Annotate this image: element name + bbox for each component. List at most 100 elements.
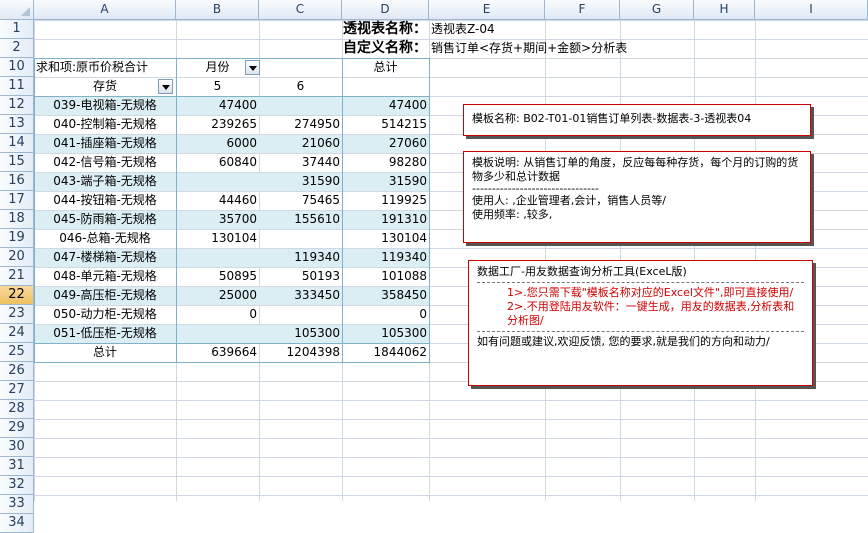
pivot-item[interactable]: 042-信号箱-无规格 — [34, 153, 176, 172]
pivot-item[interactable]: 048-单元箱-无规格 — [34, 267, 176, 286]
pivot-total[interactable]: 31590 — [342, 172, 429, 191]
pivot-value[interactable]: 35700 — [176, 210, 259, 229]
pivot-total[interactable]: 0 — [342, 305, 429, 324]
pivot-item[interactable]: 050-动力柜-无规格 — [34, 305, 176, 324]
row-header[interactable]: 32 — [0, 476, 34, 495]
pivot-value[interactable]: 239265 — [176, 115, 259, 134]
row-header[interactable]: 27 — [0, 381, 34, 400]
pivot-value[interactable]: 119340 — [259, 248, 342, 267]
row-header[interactable]: 24 — [0, 324, 34, 343]
row-header[interactable]: 23 — [0, 305, 34, 324]
pivot-value[interactable]: 155610 — [259, 210, 342, 229]
row-header[interactable]: 26 — [0, 362, 34, 381]
pivot-item[interactable]: 049-高压柜-无规格 — [34, 286, 176, 305]
pivot-value[interactable] — [176, 172, 259, 191]
pivot-item[interactable]: 051-低压柜-无规格 — [34, 324, 176, 343]
row-header[interactable]: 21 — [0, 267, 34, 286]
item-filter-dropdown-icon[interactable] — [158, 79, 173, 94]
month-filter-dropdown-icon[interactable] — [245, 60, 260, 75]
pivot-total[interactable]: 98280 — [342, 153, 429, 172]
row-header[interactable]: 34 — [0, 514, 34, 533]
pivot-item[interactable]: 044-按钮箱-无规格 — [34, 191, 176, 210]
pivot-col-header-total[interactable]: 总计 — [342, 58, 429, 77]
pivot-value[interactable] — [176, 324, 259, 343]
row-header[interactable]: 20 — [0, 248, 34, 267]
row-header[interactable]: 11 — [0, 77, 34, 96]
pivot-col-header-5[interactable]: 5 — [176, 77, 259, 96]
pivot-value[interactable]: 50895 — [176, 267, 259, 286]
pivot-total[interactable]: 105300 — [342, 324, 429, 343]
pivot-value[interactable]: 130104 — [176, 229, 259, 248]
pivot-value[interactable]: 60840 — [176, 153, 259, 172]
row-header[interactable]: 17 — [0, 191, 34, 210]
column-header-g[interactable]: G — [620, 0, 694, 20]
row-header[interactable]: 14 — [0, 134, 34, 153]
pivot-grand-total[interactable]: 1204398 — [259, 343, 342, 362]
row-header[interactable]: 30 — [0, 438, 34, 457]
pivot-grand-total[interactable]: 639664 — [176, 343, 259, 362]
row-header[interactable]: 19 — [0, 229, 34, 248]
pivot-value[interactable]: 50193 — [259, 267, 342, 286]
pivot-value[interactable] — [259, 305, 342, 324]
pivot-value[interactable]: 0 — [176, 305, 259, 324]
row-header[interactable]: 15 — [0, 153, 34, 172]
pivot-total[interactable]: 27060 — [342, 134, 429, 153]
column-header-a[interactable]: A — [34, 0, 176, 20]
pivot-total[interactable]: 191310 — [342, 210, 429, 229]
pivot-value[interactable]: 6000 — [176, 134, 259, 153]
pivot-value[interactable]: 21060 — [259, 134, 342, 153]
pivot-item[interactable]: 043-端子箱-无规格 — [34, 172, 176, 191]
pivot-item[interactable]: 039-电视箱-无规格 — [34, 96, 176, 115]
pivot-col-header-6[interactable]: 6 — [259, 77, 342, 96]
pivot-item[interactable]: 040-控制箱-无规格 — [34, 115, 176, 134]
pivot-item[interactable]: 041-插座箱-无规格 — [34, 134, 176, 153]
pivot-value[interactable]: 274950 — [259, 115, 342, 134]
pivot-total[interactable]: 119925 — [342, 191, 429, 210]
pivot-total[interactable]: 514215 — [342, 115, 429, 134]
column-header-e[interactable]: E — [429, 0, 545, 20]
pivot-item[interactable]: 046-总箱-无规格 — [34, 229, 176, 248]
pivot-grand-total[interactable]: 1844062 — [342, 343, 429, 362]
pivot-total[interactable]: 101088 — [342, 267, 429, 286]
pivot-value[interactable]: 25000 — [176, 286, 259, 305]
pivot-value[interactable]: 37440 — [259, 153, 342, 172]
pivot-item[interactable]: 045-防雨箱-无规格 — [34, 210, 176, 229]
pivot-name-value[interactable]: 透视表Z-04 — [429, 20, 629, 39]
pivot-value[interactable] — [259, 229, 342, 248]
data-factory-note[interactable]: 数据工厂-用友数据查询分析工具(ExceL版) 1>.您只需下载"模板名称对应的… — [468, 260, 813, 386]
row-header[interactable]: 31 — [0, 457, 34, 476]
custom-name-value[interactable]: 销售订单<存货+期间+金额>分析表 — [429, 39, 689, 58]
pivot-grand-total-label[interactable]: 总计 — [34, 343, 176, 362]
pivot-total[interactable]: 47400 — [342, 96, 429, 115]
row-header[interactable]: 28 — [0, 400, 34, 419]
row-header[interactable]: 29 — [0, 419, 34, 438]
pivot-total[interactable]: 119340 — [342, 248, 429, 267]
row-header[interactable]: 13 — [0, 115, 34, 134]
row-header-active[interactable]: 22 — [0, 286, 34, 305]
pivot-value[interactable] — [176, 248, 259, 267]
row-header[interactable]: 2 — [0, 39, 34, 58]
column-header-d[interactable]: D — [342, 0, 429, 20]
pivot-item[interactable]: 047-楼梯箱-无规格 — [34, 248, 176, 267]
pivot-value[interactable]: 75465 — [259, 191, 342, 210]
pivot-row-field[interactable]: 存货 — [34, 77, 176, 96]
pivot-value[interactable]: 47400 — [176, 96, 259, 115]
row-header[interactable]: 18 — [0, 210, 34, 229]
pivot-value[interactable]: 31590 — [259, 172, 342, 191]
select-all-corner[interactable] — [0, 0, 34, 20]
spreadsheet[interactable]: A B C D E F G H I 1 2 10 11 12 13 14 15 … — [0, 0, 868, 533]
pivot-value[interactable]: 44460 — [176, 191, 259, 210]
template-name-note[interactable]: 模板名称: B02-T01-01销售订单列表-数据表-3-透视表04 — [463, 104, 811, 136]
row-header[interactable]: 1 — [0, 20, 34, 39]
column-header-c[interactable]: C — [259, 0, 342, 20]
pivot-value[interactable] — [259, 96, 342, 115]
column-header-h[interactable]: H — [694, 0, 755, 20]
pivot-total[interactable]: 130104 — [342, 229, 429, 248]
pivot-value[interactable]: 333450 — [259, 286, 342, 305]
template-description-note[interactable]: 模板说明: 从销售订单的角度，反应每每种存货，每个月的订购的货物多少和总计数据 … — [463, 151, 811, 243]
row-header[interactable]: 10 — [0, 58, 34, 77]
pivot-sum-label[interactable]: 求和项:原币价税合计 — [34, 58, 176, 77]
pivot-value[interactable]: 105300 — [259, 324, 342, 343]
column-header-f[interactable]: F — [545, 0, 620, 20]
row-header[interactable]: 16 — [0, 172, 34, 191]
